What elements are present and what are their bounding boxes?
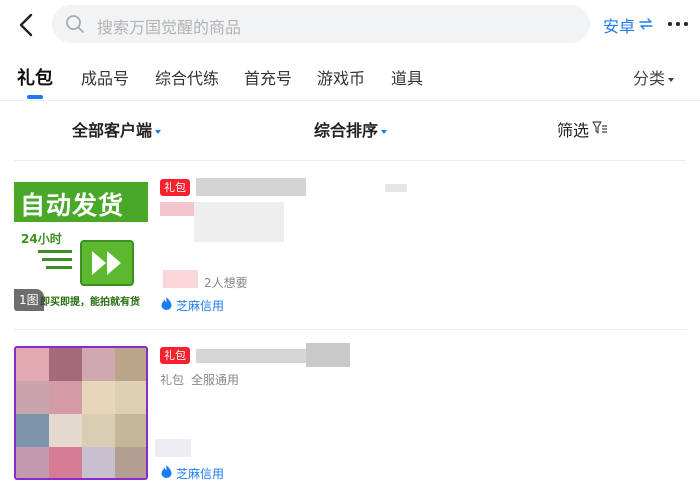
thumb-speed-line xyxy=(42,258,72,261)
blurred-title xyxy=(196,178,306,196)
platform-selector[interactable]: 安卓 xyxy=(603,13,635,37)
blurred-price xyxy=(163,270,198,288)
category-tabs: 礼包 成品号 综合代练 首充号 游戏币 道具 分类 xyxy=(0,60,700,100)
search-icon xyxy=(65,14,85,34)
sort-dropdown-icon xyxy=(381,129,388,134)
tab-gift-pack[interactable]: 礼包 xyxy=(17,64,53,90)
fast-forward-icon xyxy=(80,240,134,286)
client-filter[interactable]: 全部客户端 xyxy=(72,117,162,141)
product-thumbnail[interactable] xyxy=(14,346,148,480)
blurred-detail xyxy=(194,202,284,242)
zhima-credit-label: 芝麻信用 xyxy=(176,467,225,481)
card-divider xyxy=(14,329,686,330)
server-info: 全服通用 xyxy=(191,373,240,387)
thumb-speed-line xyxy=(38,250,72,253)
sort-filter-label: 综合排序 xyxy=(314,121,379,140)
category-button[interactable]: 分类 xyxy=(633,65,675,89)
back-arrow-icon[interactable] xyxy=(14,10,40,40)
blurred-title xyxy=(306,343,350,367)
filter-icon[interactable] xyxy=(592,120,608,134)
switch-icon[interactable] xyxy=(639,16,653,30)
sort-filter[interactable]: 综合排序 xyxy=(314,117,388,141)
flame-icon xyxy=(161,297,172,310)
image-count-badge: 1图 xyxy=(14,289,44,311)
blurred-price xyxy=(155,439,191,457)
screen-filter[interactable]: 筛选 xyxy=(557,117,589,141)
screen-filter-label: 筛选 xyxy=(557,121,590,140)
tabs-divider xyxy=(0,100,700,101)
client-dropdown-icon xyxy=(155,129,162,134)
product-category: 礼包 xyxy=(160,373,185,387)
thumb-speed-line xyxy=(46,266,72,269)
thumb-caption: 即买即提，能拍就有货 xyxy=(40,297,140,308)
blurred-title xyxy=(196,349,308,363)
thumb-24h-label: 24小时 xyxy=(21,232,62,246)
tab-items[interactable]: 道具 xyxy=(391,65,423,89)
zhima-credit-label: 芝麻信用 xyxy=(176,299,225,313)
category-label: 分类 xyxy=(633,69,666,88)
product-thumbnail[interactable]: 自动发货 24小时 即买即提，能拍就有货 1图 xyxy=(14,178,148,312)
tab-first-charge-account[interactable]: 首充号 xyxy=(244,65,292,89)
product-card[interactable]: 礼包 礼包 全服通用 芝麻信用 xyxy=(0,331,700,491)
filter-divider xyxy=(14,160,686,161)
category-dropdown-icon xyxy=(668,77,675,82)
blurred-title xyxy=(385,184,407,192)
search-box[interactable]: 搜索万国觉醒的商品 xyxy=(52,5,590,43)
gift-tag: 礼包 xyxy=(160,179,190,196)
more-icon[interactable] xyxy=(668,22,688,28)
blurred-detail xyxy=(160,202,194,216)
tab-boosting[interactable]: 综合代练 xyxy=(155,65,219,89)
product-card[interactable]: 自动发货 24小时 即买即提，能拍就有货 1图 礼包 2人想要 芝麻信用 xyxy=(0,162,700,322)
top-bar: 搜索万国觉醒的商品 安卓 xyxy=(0,0,700,50)
flame-icon xyxy=(161,465,172,478)
blurred-thumbnail xyxy=(16,348,146,478)
wants-count: 2人想要 xyxy=(204,276,248,290)
search-placeholder: 搜索万国觉醒的商品 xyxy=(97,18,242,37)
thumb-headline: 自动发货 xyxy=(20,191,125,220)
tab-finished-account[interactable]: 成品号 xyxy=(81,65,129,89)
client-filter-label: 全部客户端 xyxy=(72,121,153,140)
tab-game-currency[interactable]: 游戏币 xyxy=(317,65,365,89)
gift-tag: 礼包 xyxy=(160,347,190,364)
active-tab-indicator xyxy=(27,95,43,99)
